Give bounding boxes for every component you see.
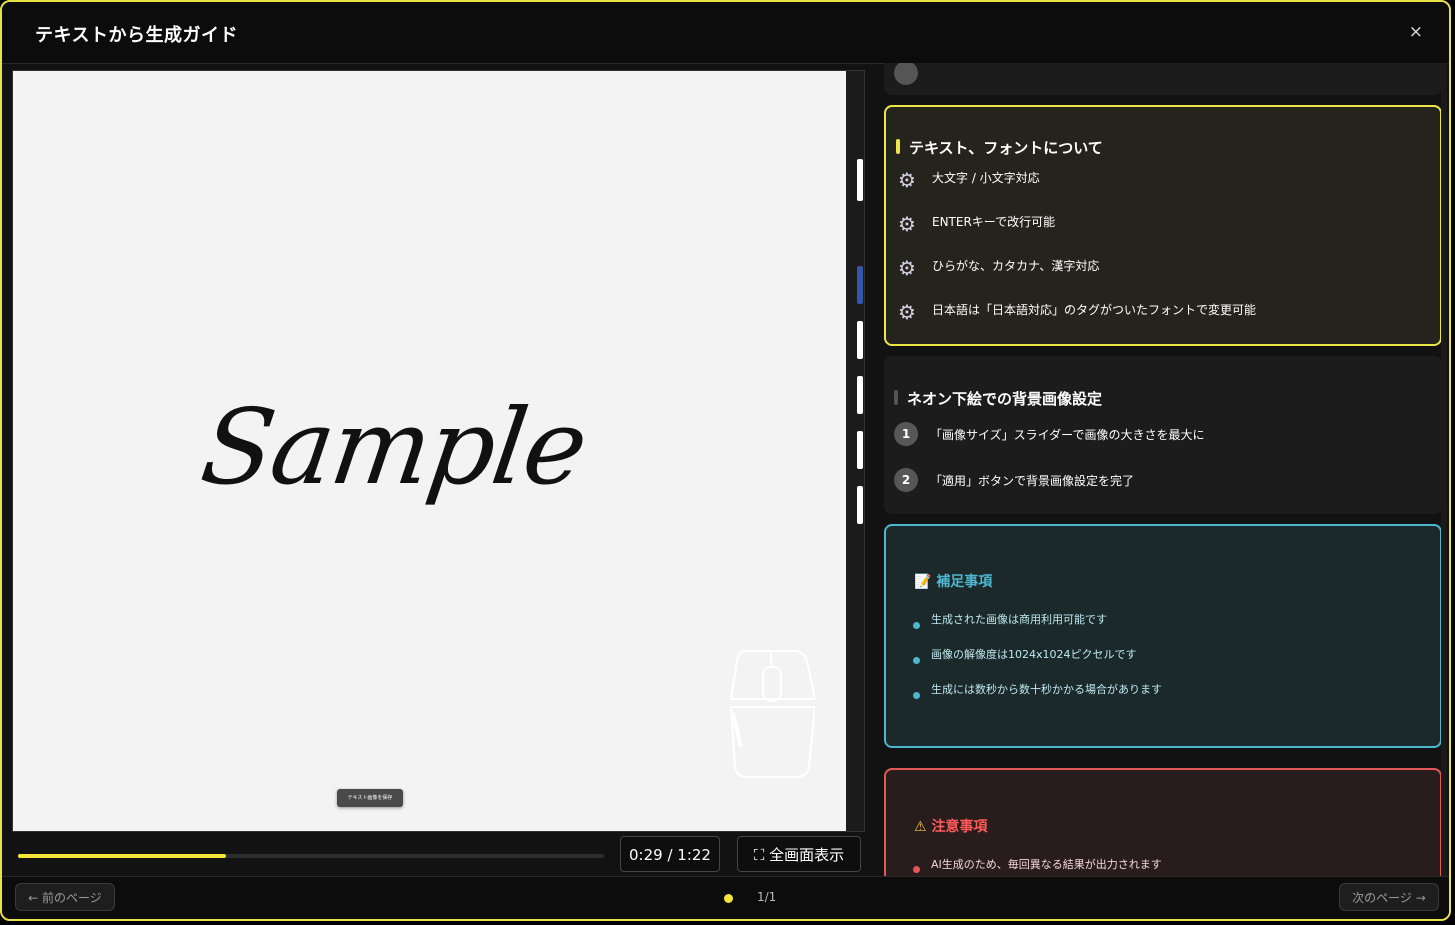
warning-section-title: ⚠ 注意事項 xyxy=(914,819,988,835)
previous-section-card xyxy=(884,63,1442,95)
info-section-title: 📝 補足事項 xyxy=(914,574,993,590)
step-number-badge xyxy=(894,63,918,85)
video-side-strip xyxy=(846,71,864,831)
memo-icon: 📝 xyxy=(914,574,932,590)
info-item: 生成された画像は商用利用可能です xyxy=(931,613,1107,626)
warning-item: AI生成のため、毎回異なる結果が出力されます xyxy=(931,858,1162,871)
info-section-card: 📝 補足事項 生成された画像は商用利用可能です 画像の解像度は1024x1024… xyxy=(884,524,1442,748)
font-section-card: テキスト、フォントについて ⚙ 大文字 / 小文字対応 ⚙ ENTERキーで改行可能… xyxy=(884,105,1442,346)
close-icon[interactable]: × xyxy=(1409,22,1423,42)
gear-icon: ⚙ xyxy=(898,168,916,192)
video-player[interactable]: Sample テキスト画像を保存 xyxy=(12,70,865,832)
step-number-badge: 2 xyxy=(894,468,918,492)
mouse-icon xyxy=(729,650,815,778)
video-progress-bar[interactable] xyxy=(18,854,604,858)
next-page-button[interactable]: 次のページ → xyxy=(1339,883,1439,911)
time-display: 0:29 / 1:22 xyxy=(620,836,720,872)
gear-icon: ⚙ xyxy=(898,300,916,324)
info-item: 画像の解像度は1024x1024ピクセルです xyxy=(931,648,1137,661)
warning-section-card: ⚠ 注意事項 AI生成のため、毎回異なる結果が出力されます xyxy=(884,768,1442,881)
modal-footer: ← 前のページ 1/1 次のページ → xyxy=(2,876,1449,919)
warning-icon: ⚠ xyxy=(914,819,927,835)
page-indicator: 1/1 xyxy=(757,890,777,904)
info-item: 生成には数秒から数十秒かかる場合があります xyxy=(931,683,1162,696)
page-dot[interactable] xyxy=(724,894,733,903)
bullet-dot xyxy=(913,866,920,873)
prev-page-button[interactable]: ← 前のページ xyxy=(15,883,115,911)
bullet-dot xyxy=(913,622,920,629)
bullet-dot xyxy=(913,657,920,664)
fullscreen-button[interactable]: ⛶ 全画面表示 xyxy=(737,836,861,872)
sidebar-scrollbar[interactable] xyxy=(1441,63,1447,881)
video-progress-fill xyxy=(18,854,227,858)
modal-title: テキストから生成ガイド xyxy=(35,25,238,46)
gear-icon: ⚙ xyxy=(898,212,916,236)
bullet-dot xyxy=(913,692,920,699)
video-panel: Sample テキスト画像を保存 0:29 / 1:22 ⛶ 全画面表示 xyxy=(10,70,867,882)
sample-text-preview: Sample xyxy=(194,386,593,508)
neon-section-card: ネオン下絵での背景画像設定 1 「画像サイズ」スライダーで画像の大きさを最大に … xyxy=(884,356,1442,514)
guide-modal: テキストから生成ガイド × Sample テキスト画像を保存 0:29 / 1:… xyxy=(0,0,1451,921)
gear-icon: ⚙ xyxy=(898,256,916,280)
modal-header: テキストから生成ガイド × xyxy=(2,2,1449,64)
save-text-image-button: テキスト画像を保存 xyxy=(337,789,403,807)
video-controls: 0:29 / 1:22 ⛶ 全画面表示 xyxy=(10,836,867,876)
guide-sidebar[interactable]: テキスト、フォントについて ⚙ 大文字 / 小文字対応 ⚙ ENTERキーで改行可能… xyxy=(874,63,1447,881)
neon-section-title: ネオン下絵での背景画像設定 xyxy=(894,388,1102,409)
step-number-badge: 1 xyxy=(894,422,918,446)
font-section-title: テキスト、フォントについて xyxy=(896,137,1103,158)
